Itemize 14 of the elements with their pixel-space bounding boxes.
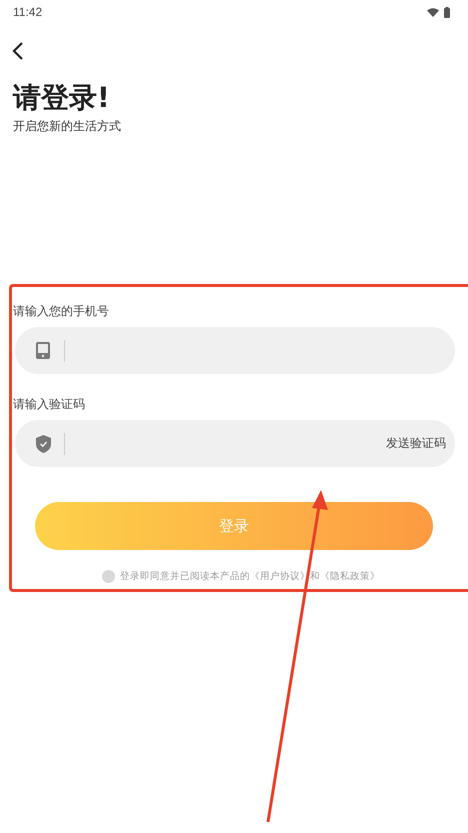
- status-time: 11:42: [13, 5, 42, 19]
- battery-icon: [444, 6, 450, 18]
- agree-checkbox[interactable]: [102, 570, 115, 583]
- field-label: 请输入验证码: [13, 396, 86, 412]
- send-code-link[interactable]: 发送验证码: [386, 435, 446, 452]
- shield-check-icon: [36, 434, 51, 452]
- phone-icon: [36, 342, 50, 359]
- wifi-icon: [427, 8, 439, 16]
- input-field[interactable]: 发送验证码: [15, 420, 455, 467]
- agreement-text: 登录即同意并已阅读本产品的《用户协议》和《隐私政策》: [120, 570, 380, 583]
- input-field[interactable]: [15, 327, 455, 374]
- page-title: 请登录!: [13, 80, 111, 116]
- field-label: 请输入您的手机号: [13, 303, 110, 319]
- page-subtitle: 开启您新的生活方式: [13, 118, 122, 135]
